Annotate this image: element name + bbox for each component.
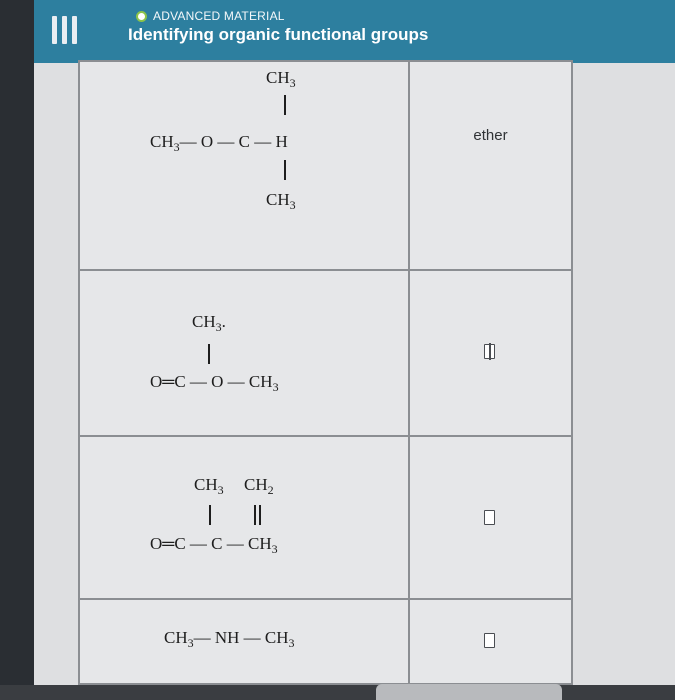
structure-top-group: CH2 [244,475,274,497]
text-cursor [489,343,491,360]
section-badge: ADVANCED MATERIAL [136,8,285,24]
structure-chain: CH3— NH — CH3 [164,628,295,650]
bond-line [208,344,210,364]
bottom-bezel [0,685,675,700]
table-row: CH3. O═C — O — CH3 [80,269,571,437]
content-panel: CH3 CH3— O — C — H CH3 ether CH3. O═C — … [34,60,675,685]
table-row: CH3 CH2 O═C — C — CH3 [80,435,571,600]
menu-icon[interactable] [52,16,86,44]
section-label: ADVANCED MATERIAL [153,9,285,23]
structure-cell: CH3 CH2 O═C — C — CH3 [80,435,410,598]
bond-line [259,505,261,525]
structure-top-group: CH3 [266,68,296,90]
structure-chain: O═C — C — CH3 [150,534,278,556]
answer-input[interactable] [484,510,495,525]
structure-chain: CH3— O — C — H [150,132,288,154]
bond-line [254,505,256,525]
answer-cell[interactable] [410,598,571,683]
page-title: Identifying organic functional groups [128,25,429,44]
table-row: CH3— NH — CH3 [80,598,571,683]
left-bezel [0,0,34,700]
bond-line [209,505,211,525]
bond-line [284,95,286,115]
structure-chain: O═C — O — CH3 [150,372,279,394]
structure-top-group: CH3 [194,475,224,497]
answer-cell[interactable]: ether [410,62,571,269]
structure-bottom-group: CH3 [266,190,296,212]
functional-groups-table: CH3 CH3— O — C — H CH3 ether CH3. O═C — … [78,60,573,685]
structure-cell: CH3 CH3— O — C — H CH3 [80,62,410,269]
table-row: CH3 CH3— O — C — H CH3 ether [80,62,571,271]
answer-cell[interactable] [410,435,571,598]
structure-cell: CH3— NH — CH3 [80,598,410,683]
answer-cell[interactable] [410,269,571,435]
structure-top-group: CH3. [192,312,226,334]
structure-cell: CH3. O═C — O — CH3 [80,269,410,435]
bottom-tab[interactable] [376,684,562,700]
answer-text: ether [473,127,508,144]
status-dot-icon [136,10,147,22]
bond-line [284,160,286,180]
answer-input[interactable] [484,633,495,648]
